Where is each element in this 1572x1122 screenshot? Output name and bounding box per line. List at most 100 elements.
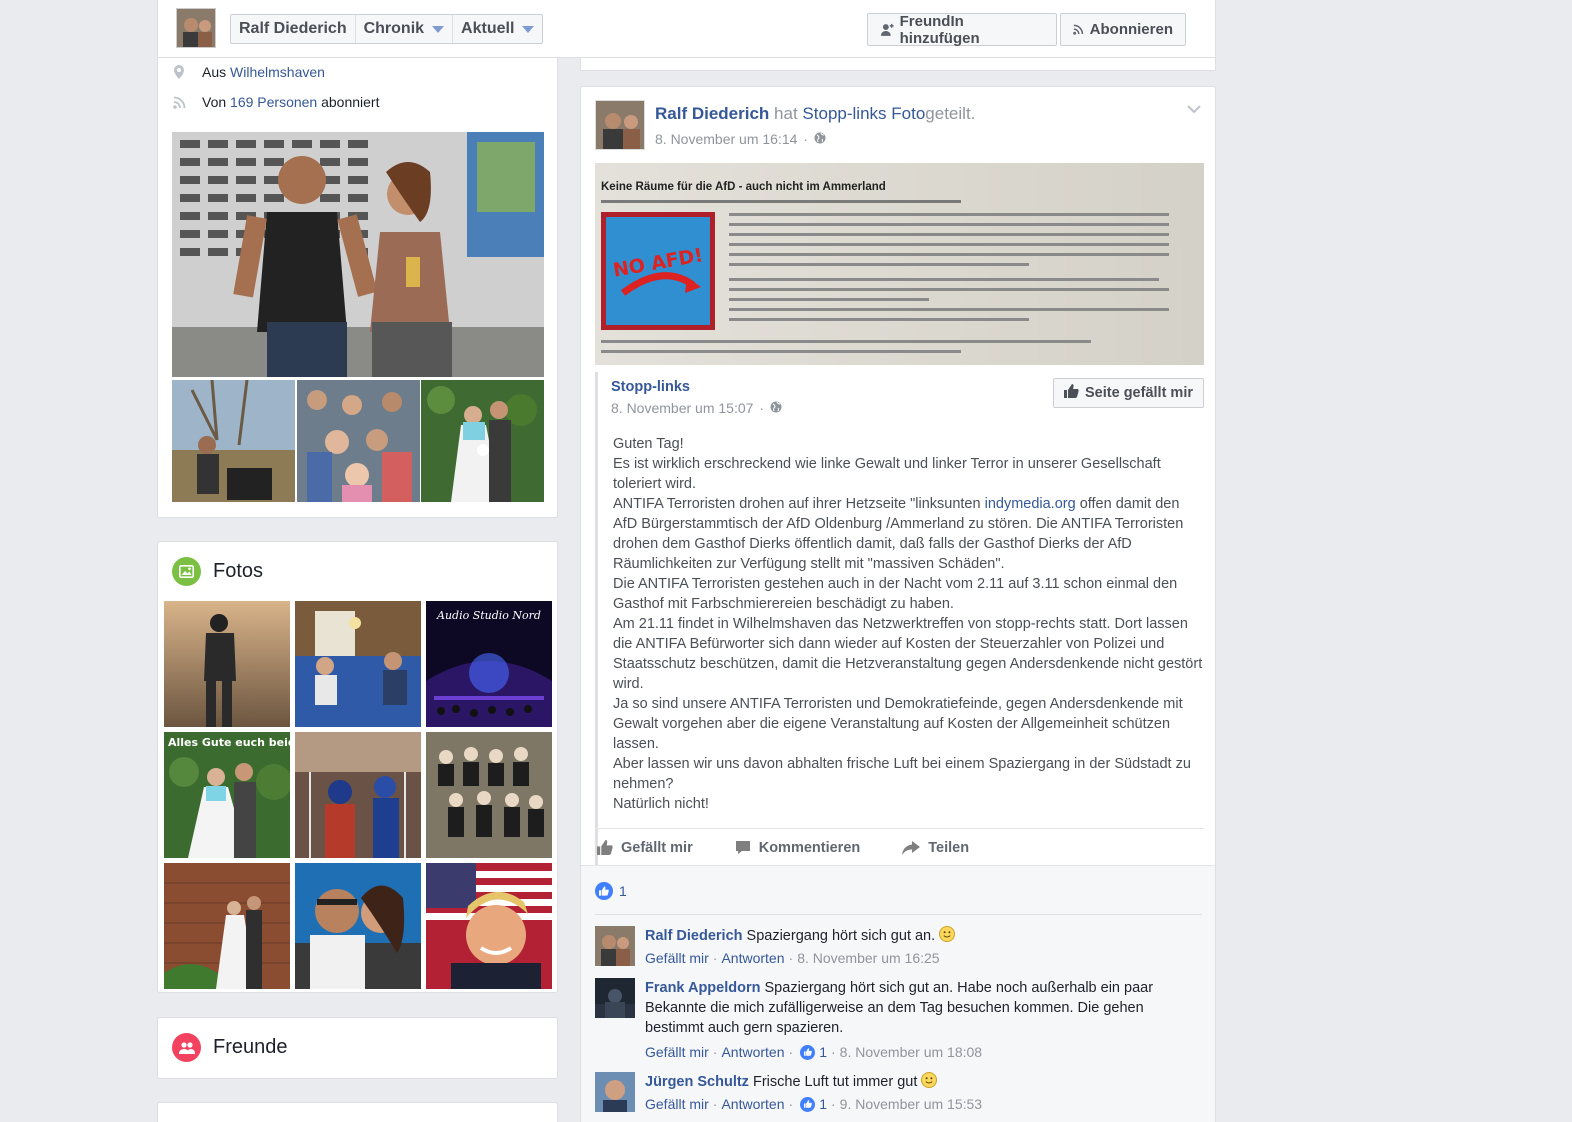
- tab-aktuell[interactable]: Aktuell: [453, 15, 542, 43]
- followers-link[interactable]: 169 Personen: [230, 94, 317, 110]
- share-button[interactable]: Teilen: [902, 840, 969, 856]
- friends-icon: [172, 1033, 201, 1062]
- profile-header-bar: Ralf Diederich Chronik Aktuell FreundIn …: [157, 0, 1216, 58]
- commenter-name[interactable]: Ralf Diederich: [645, 928, 743, 944]
- profile-avatar[interactable]: [176, 8, 216, 48]
- page-timestamp-row: 8. November um 15:07 ·: [611, 400, 782, 416]
- chevron-down-icon: [522, 25, 535, 33]
- photo-thumb-8[interactable]: [295, 863, 421, 989]
- photo-thumb-2[interactable]: [295, 601, 421, 727]
- separator-dot: ·: [803, 131, 809, 147]
- comment-icon: [735, 841, 750, 854]
- post-text-part-2: offen damit den AfD Bürgerstammtisch der…: [613, 496, 1203, 812]
- comment-item: Ralf Diederich Spaziergang hört sich gut…: [595, 926, 1202, 970]
- globe-icon[interactable]: [770, 400, 782, 416]
- comment-timestamp[interactable]: 9. November um 15:53: [840, 1094, 982, 1114]
- smiley-emoji-icon: [939, 926, 956, 942]
- comment-button[interactable]: Kommentieren: [735, 839, 861, 856]
- featured-photo-3[interactable]: [297, 380, 420, 502]
- add-friend-icon: [880, 23, 894, 36]
- comment-label: Kommentieren: [758, 839, 861, 856]
- comment-reply-link[interactable]: Antworten: [721, 1042, 784, 1062]
- indymedia-link[interactable]: indymedia.org: [985, 496, 1076, 512]
- comment-body: Jürgen Schultz Frische Luft tut immer gu…: [645, 1072, 1185, 1114]
- profile-tabs: Ralf Diederich Chronik Aktuell: [230, 14, 544, 44]
- like-count: 1: [619, 883, 627, 899]
- subscribe-button[interactable]: Abonnieren: [1060, 13, 1186, 46]
- like-reaction-icon: [595, 882, 613, 900]
- photo-thumb-1[interactable]: [164, 601, 290, 727]
- hometown-link[interactable]: Wilhelmshaven: [230, 64, 325, 80]
- comment-meta: Gefällt mir · Antworten · 1 · 9. November u…: [645, 1094, 1185, 1114]
- comment-reply-link[interactable]: Antworten: [721, 948, 784, 968]
- globe-icon[interactable]: [814, 131, 826, 147]
- comment-body: Ralf Diederich Spaziergang hört sich gut…: [645, 926, 1185, 968]
- intro-hometown-text: Aus Wilhelmshaven: [202, 64, 325, 80]
- post-body-text: Guten Tag! Es ist wirklich erschreckend …: [613, 434, 1203, 814]
- shared-object-link[interactable]: Foto: [891, 104, 925, 123]
- post-like-summary[interactable]: 1: [595, 882, 627, 900]
- like-label: Gefällt mir: [621, 839, 693, 856]
- page-timestamp[interactable]: 8. November um 15:07: [611, 400, 753, 416]
- intro-from-prefix: Aus: [202, 64, 227, 80]
- separator-dot: ·: [830, 1096, 836, 1112]
- photo-thumb-9[interactable]: [426, 863, 552, 989]
- photo-thumb-audio-studio[interactable]: Audio Studio Nord: [426, 601, 552, 727]
- photo-thumb-wedding[interactable]: Alles Gute euch beiden: [164, 732, 290, 858]
- post-author-link[interactable]: Ralf Diederich: [655, 104, 769, 123]
- like-button[interactable]: Gefällt mir: [597, 840, 693, 856]
- comments-section: 1 Ralf Diederich Spaziergang hört sich g…: [581, 865, 1215, 1122]
- original-post: Stopp-links 8. November um 15:07 · Seite…: [595, 372, 1204, 892]
- photo-thumb-6[interactable]: [426, 732, 552, 858]
- divider: [595, 914, 1202, 915]
- separator-dot: ·: [759, 400, 765, 416]
- shared-photo-post: Ralf Diederich hat Stopp-links Fotogetei…: [580, 86, 1216, 1122]
- photo-thumb-5[interactable]: [295, 732, 421, 858]
- tab-chronik[interactable]: Chronik: [356, 15, 454, 43]
- comment-like-count[interactable]: 1: [819, 1094, 827, 1114]
- shared-image-title: Keine Räume für die AfD - auch nicht im …: [601, 181, 886, 193]
- featured-photo-4[interactable]: [421, 380, 544, 502]
- next-section-card: [157, 1102, 558, 1122]
- commenter-name[interactable]: Frank Appeldorn: [645, 980, 760, 996]
- post-suffix: geteilt.: [925, 104, 976, 123]
- intro-followers-text: Von 169 Personen abonniert: [202, 94, 380, 110]
- comment-reply-link[interactable]: Antworten: [721, 1094, 784, 1114]
- post-author-avatar[interactable]: [595, 100, 645, 150]
- like-reaction-icon: [800, 1096, 816, 1112]
- location-pin-icon: [172, 65, 186, 79]
- post-timestamp[interactable]: 8. November um 16:14: [655, 131, 797, 147]
- comment-timestamp[interactable]: 8. November um 16:25: [797, 948, 939, 968]
- commenter-avatar[interactable]: [595, 1072, 635, 1112]
- tab-profile-name[interactable]: Ralf Diederich: [231, 15, 356, 43]
- comment-body: Frank Appeldorn Spaziergang hört sich gu…: [645, 978, 1185, 1062]
- comment-like-count[interactable]: 1: [819, 1042, 827, 1062]
- featured-photo-2[interactable]: [172, 380, 295, 502]
- intro-followed-prefix: Von: [202, 94, 227, 110]
- thumbs-up-icon: [1064, 384, 1079, 402]
- featured-photo-main[interactable]: [172, 132, 544, 377]
- like-reaction-icon: [800, 1044, 816, 1060]
- comment-like-link[interactable]: Gefällt mir: [645, 1042, 709, 1062]
- separator-dot: ·: [788, 950, 794, 966]
- photo-thumb-7[interactable]: [164, 863, 290, 989]
- post-options-chevron-icon[interactable]: [1187, 101, 1201, 117]
- like-page-button[interactable]: Seite gefällt mir: [1053, 378, 1204, 408]
- photos-icon: [172, 557, 201, 586]
- separator-dot: ·: [712, 950, 718, 966]
- commenter-avatar[interactable]: [595, 978, 635, 1018]
- commenter-name[interactable]: Jürgen Schultz: [645, 1074, 749, 1090]
- post-verb: hat: [774, 104, 798, 123]
- shared-image[interactable]: Keine Räume für die AfD - auch nicht im …: [595, 163, 1204, 365]
- comment-timestamp[interactable]: 8. November um 18:08: [840, 1042, 982, 1062]
- comment-like-link[interactable]: Gefällt mir: [645, 1094, 709, 1114]
- friends-card: Freunde: [157, 1017, 558, 1079]
- page-name-link[interactable]: Stopp-links: [611, 379, 690, 395]
- shared-source-link[interactable]: Stopp-links: [802, 104, 886, 123]
- friends-heading[interactable]: Freunde: [172, 1033, 288, 1062]
- add-friend-button[interactable]: FreundIn hinzufügen: [867, 13, 1057, 47]
- subscribe-label: Abonnieren: [1089, 21, 1173, 38]
- photos-heading[interactable]: Fotos: [172, 557, 263, 586]
- comment-like-link[interactable]: Gefällt mir: [645, 948, 709, 968]
- commenter-avatar[interactable]: [595, 926, 635, 966]
